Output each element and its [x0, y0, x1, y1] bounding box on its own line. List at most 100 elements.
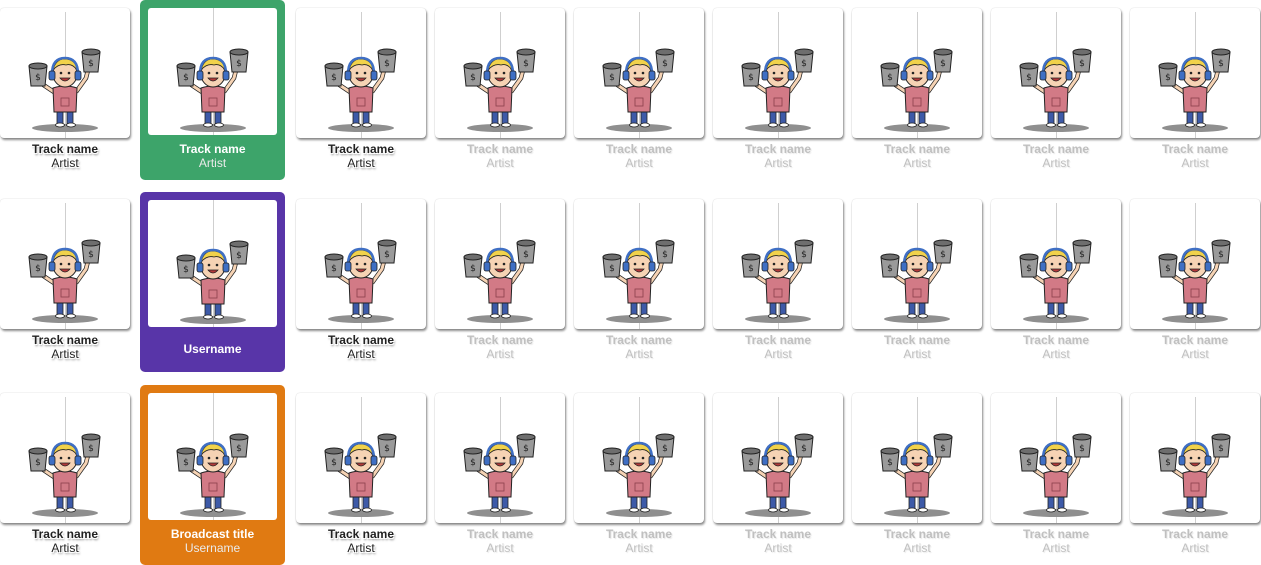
- artwork-icon: [1156, 46, 1234, 132]
- track-tile[interactable]: [574, 8, 704, 138]
- track-tile[interactable]: [0, 199, 130, 329]
- track-artist: Artist: [51, 541, 79, 555]
- track-tile[interactable]: [713, 199, 843, 329]
- track-artist: Artist: [486, 156, 514, 170]
- track-tile[interactable]: [435, 199, 565, 329]
- track-caption: Track name Artist: [713, 527, 843, 555]
- track-title: Track name: [327, 527, 395, 541]
- track-tile[interactable]: [852, 199, 982, 329]
- track-title: Track name: [744, 142, 812, 156]
- track-tile[interactable]: [574, 199, 704, 329]
- track-caption: Track name Artist: [296, 333, 426, 361]
- artwork-icon: [26, 431, 104, 517]
- artwork-icon: [174, 46, 252, 132]
- artwork-icon: [26, 46, 104, 132]
- track-caption: Track name Artist: [0, 333, 130, 361]
- track-tile[interactable]: [0, 8, 130, 138]
- track-artist: Artist: [764, 156, 792, 170]
- track-title: Track name: [1022, 333, 1090, 347]
- track-title: Track name: [605, 527, 673, 541]
- track-artist: Artist: [903, 541, 931, 555]
- track-tile[interactable]: [991, 8, 1121, 138]
- track-caption: Track name Artist: [0, 527, 130, 555]
- track-tile[interactable]: [852, 8, 982, 138]
- artwork-icon: [878, 237, 956, 323]
- track-caption: Track name Artist: [1130, 527, 1260, 555]
- track-tile[interactable]: [296, 393, 426, 523]
- track-caption: Track name Artist: [435, 527, 565, 555]
- track-tile[interactable]: [991, 393, 1121, 523]
- track-title: Track name: [883, 142, 951, 156]
- track-title: Track name: [1161, 527, 1229, 541]
- track-tile[interactable]: [1130, 199, 1260, 329]
- track-title: Track name: [744, 527, 812, 541]
- highlight-card-users[interactable]: Username: [140, 192, 285, 372]
- track-tile[interactable]: [713, 8, 843, 138]
- track-caption: Track name Artist: [435, 333, 565, 361]
- highlight-caption: Track name Artist: [140, 142, 285, 170]
- highlight-card-tracks[interactable]: Track name Artist: [140, 0, 285, 180]
- track-tile[interactable]: [0, 393, 130, 523]
- artwork-icon: [174, 431, 252, 517]
- track-title: Track name: [883, 527, 951, 541]
- track-artist: Artist: [903, 347, 931, 361]
- track-artist: Artist: [1042, 541, 1070, 555]
- artwork-icon: [739, 431, 817, 517]
- track-tile[interactable]: [296, 8, 426, 138]
- artwork-icon: [322, 46, 400, 132]
- track-title: Track name: [1022, 527, 1090, 541]
- track-tile[interactable]: [713, 393, 843, 523]
- track-caption: Track name Artist: [574, 333, 704, 361]
- track-artist: Artist: [625, 541, 653, 555]
- track-tile[interactable]: [1130, 8, 1260, 138]
- track-title: Track name: [1022, 142, 1090, 156]
- track-caption: Track name Artist: [1130, 333, 1260, 361]
- track-artist: Artist: [51, 156, 79, 170]
- track-tile[interactable]: [852, 393, 982, 523]
- track-title: Track name: [605, 333, 673, 347]
- track-tile[interactable]: [435, 393, 565, 523]
- highlight-artwork: [148, 8, 277, 135]
- highlight-title: Track name: [179, 142, 246, 156]
- track-artist: Artist: [1042, 156, 1070, 170]
- track-title: Track name: [883, 333, 951, 347]
- artwork-icon: [739, 46, 817, 132]
- artwork-icon: [1156, 431, 1234, 517]
- track-artist: Artist: [51, 347, 79, 361]
- highlight-title: Username: [183, 342, 242, 356]
- track-tile[interactable]: [435, 8, 565, 138]
- track-artist: Artist: [764, 541, 792, 555]
- artwork-icon: [878, 431, 956, 517]
- track-title: Track name: [1161, 142, 1229, 156]
- artwork-icon: [600, 46, 678, 132]
- track-caption: Track name Artist: [0, 142, 130, 170]
- track-title: Track name: [31, 142, 99, 156]
- track-tile[interactable]: [574, 393, 704, 523]
- track-title: Track name: [327, 333, 395, 347]
- track-title: Track name: [31, 527, 99, 541]
- track-tile[interactable]: [1130, 393, 1260, 523]
- highlight-caption: Username: [140, 342, 285, 356]
- track-tile[interactable]: [296, 199, 426, 329]
- artwork-icon: [878, 46, 956, 132]
- artwork-icon: [461, 46, 539, 132]
- highlight-subtitle: Username: [184, 541, 241, 555]
- track-caption: Track name Artist: [296, 142, 426, 170]
- track-artist: Artist: [625, 347, 653, 361]
- artwork-icon: [322, 237, 400, 323]
- track-artist: Artist: [625, 156, 653, 170]
- track-title: Track name: [466, 142, 534, 156]
- track-artist: Artist: [903, 156, 931, 170]
- track-caption: Track name Artist: [713, 142, 843, 170]
- track-caption: Track name Artist: [852, 527, 982, 555]
- artwork-icon: [739, 237, 817, 323]
- highlight-subtitle: Artist: [198, 156, 227, 170]
- track-artist: Artist: [486, 347, 514, 361]
- track-tile[interactable]: [991, 199, 1121, 329]
- track-artist: Artist: [1181, 541, 1209, 555]
- track-title: Track name: [466, 527, 534, 541]
- track-caption: Track name Artist: [991, 142, 1121, 170]
- track-caption: Track name Artist: [435, 142, 565, 170]
- highlight-card-broadcasts[interactable]: Broadcast title Username: [140, 385, 285, 565]
- track-caption: Track name Artist: [574, 142, 704, 170]
